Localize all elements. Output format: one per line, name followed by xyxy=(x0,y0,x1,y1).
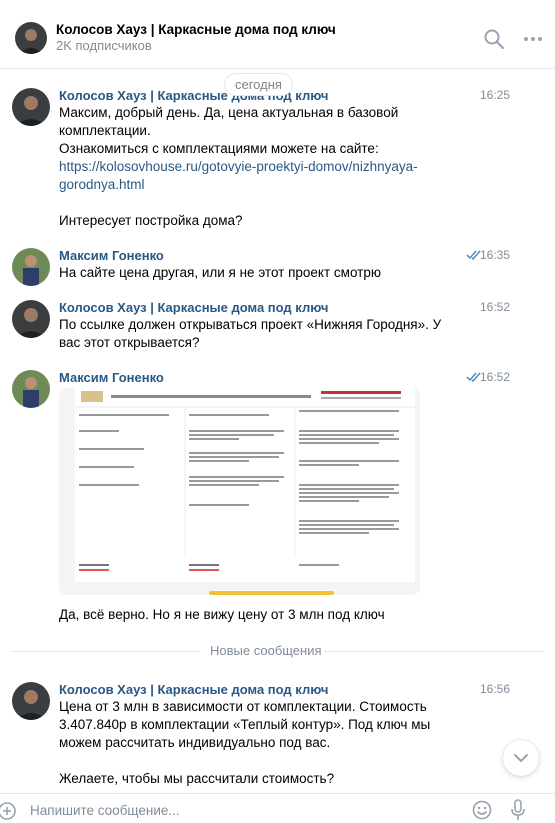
message-text: Максим, добрый день. Да, цена актуальная… xyxy=(59,104,419,230)
plus-circle-icon[interactable] xyxy=(0,802,18,820)
message-text: На сайте цена другая, или я не этот прое… xyxy=(59,265,381,280)
message-line: Интересует постройка дома? xyxy=(59,213,243,228)
chat-header: Колосов Хауз | Каркасные дома под ключ 2… xyxy=(0,0,555,69)
avatar[interactable] xyxy=(12,682,50,720)
message-link[interactable]: https://kolosovhouse.ru/gotovyie-proekty… xyxy=(59,158,419,194)
new-messages-label: Новые сообщения xyxy=(210,643,322,658)
avatar[interactable] xyxy=(12,248,50,286)
screenshot-image xyxy=(59,388,420,595)
search-icon[interactable] xyxy=(483,28,505,50)
message-time: 16:56 xyxy=(479,682,510,696)
chevron-down-icon xyxy=(514,754,528,762)
message-author[interactable]: Максим Гоненко xyxy=(59,248,164,263)
message-time: 16:35 xyxy=(479,248,510,262)
message-line: Ознакомиться с комплектациями можете на … xyxy=(59,141,379,156)
microphone-icon[interactable] xyxy=(510,799,526,821)
avatar[interactable] xyxy=(12,300,50,338)
message-time: 16:52 xyxy=(479,300,510,314)
avatar[interactable] xyxy=(12,88,50,126)
avatar[interactable] xyxy=(12,370,50,408)
date-separator: сегодня xyxy=(225,74,292,95)
message-text: По ссылке должен открываться проект «Ниж… xyxy=(59,317,442,350)
message-time: 16:52 xyxy=(479,370,510,384)
subscriber-count: 2K подписчиков xyxy=(56,38,152,53)
message-author[interactable]: Колосов Хауз | Каркасные дома под ключ xyxy=(59,300,328,315)
new-messages-divider: Новые сообщения xyxy=(0,643,555,659)
message-text: Да, всё верно. Но я не вижу цену от 3 мл… xyxy=(59,607,385,622)
chat-title[interactable]: Колосов Хауз | Каркасные дома под ключ xyxy=(56,22,336,37)
more-icon[interactable] xyxy=(522,28,544,50)
smile-icon[interactable] xyxy=(472,800,492,820)
message-composer xyxy=(0,793,555,823)
message-line: Желаете, чтобы мы рассчитали стоимость? xyxy=(59,771,335,786)
photo-attachment[interactable] xyxy=(59,388,420,595)
message-text: Цена от 3 млн в зависимости от комплекта… xyxy=(59,698,474,788)
message-author[interactable]: Колосов Хауз | Каркасные дома под ключ xyxy=(59,682,328,697)
message-line: Максим, добрый день. Да, цена актуальная… xyxy=(59,105,399,138)
community-avatar[interactable] xyxy=(15,22,47,54)
message-author[interactable]: Максим Гоненко xyxy=(59,370,164,385)
message-line: Цена от 3 млн в зависимости от комплекта… xyxy=(59,699,431,750)
message-input[interactable] xyxy=(30,800,450,820)
scroll-down-button[interactable] xyxy=(503,740,539,776)
message-time: 16:25 xyxy=(479,88,510,102)
